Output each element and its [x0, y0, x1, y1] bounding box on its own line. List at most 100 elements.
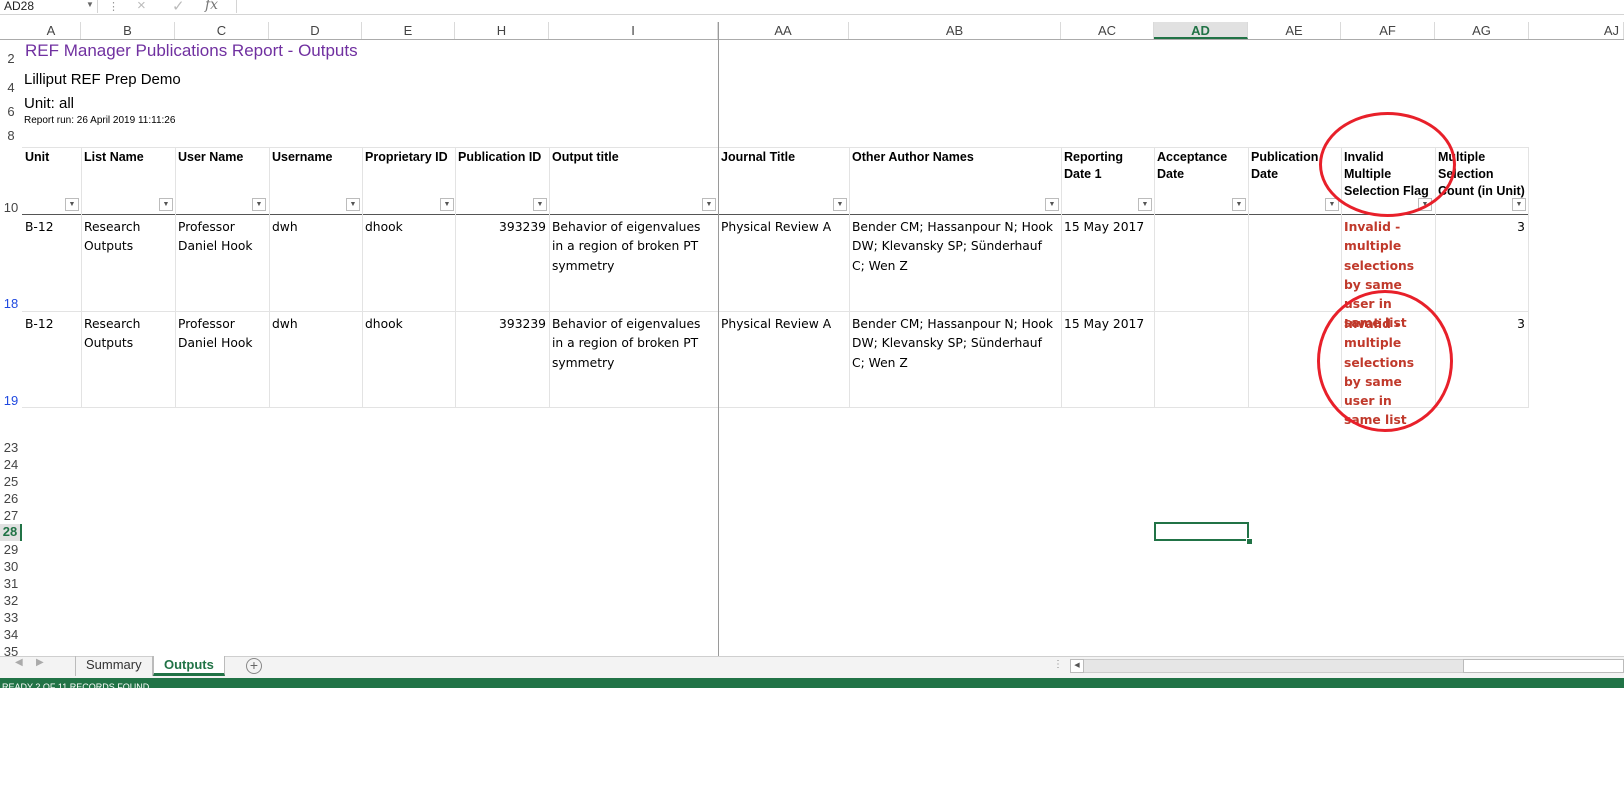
- cell-other-authors[interactable]: Bender CM; Hassanpour N; Hook DW; Klevan…: [849, 215, 1061, 279]
- row-header-4[interactable]: 4: [0, 80, 22, 95]
- header-list-name: List Name: [84, 150, 144, 164]
- sheet-tab-summary[interactable]: Summary: [75, 656, 153, 676]
- cell-reporting-date[interactable]: 15 May 2017: [1061, 312, 1154, 337]
- fill-handle[interactable]: [1246, 538, 1253, 545]
- column-header-ac[interactable]: AC: [1061, 22, 1154, 39]
- cell-multiple-count[interactable]: 3: [1435, 215, 1528, 240]
- cell-output-title[interactable]: Behavior of eigenvalues in a region of b…: [549, 312, 714, 376]
- cell-unit[interactable]: B-12: [22, 215, 81, 240]
- cell-publication-id[interactable]: 393239: [455, 215, 549, 240]
- row-header-28[interactable]: 28: [0, 524, 22, 541]
- row-header-26[interactable]: 26: [0, 491, 22, 506]
- row-header-33[interactable]: 33: [0, 610, 22, 625]
- name-box-dropdown-icon[interactable]: ▼: [86, 0, 94, 9]
- column-header-ag[interactable]: AG: [1435, 22, 1529, 39]
- filter-dropdown-icon[interactable]: ▼: [1512, 198, 1526, 211]
- column-header-aa[interactable]: AA: [718, 22, 849, 39]
- column-header-e[interactable]: E: [362, 22, 455, 39]
- column-header-ad[interactable]: AD: [1154, 22, 1248, 39]
- column-header-d[interactable]: D: [269, 22, 362, 39]
- filter-dropdown-icon[interactable]: ▼: [252, 198, 266, 211]
- column-divider: [455, 147, 456, 408]
- column-divider: [1061, 147, 1062, 408]
- cell-reporting-date[interactable]: 15 May 2017: [1061, 215, 1154, 240]
- filter-dropdown-icon[interactable]: ▼: [159, 198, 173, 211]
- scroll-tabs-right-icon[interactable]: ▶: [36, 657, 44, 668]
- column-header-ab[interactable]: AB: [849, 22, 1061, 39]
- cell-publication-id[interactable]: 393239: [455, 312, 549, 337]
- row-header-18[interactable]: 18: [0, 296, 22, 311]
- row-header-6[interactable]: 6: [0, 104, 22, 119]
- row-header-24[interactable]: 24: [0, 457, 22, 472]
- sheet-tab-outputs[interactable]: Outputs: [153, 656, 225, 676]
- scroll-left-icon[interactable]: ◀: [1070, 659, 1084, 673]
- scrollbar-thumb[interactable]: [1463, 659, 1624, 673]
- filter-dropdown-icon[interactable]: ▼: [440, 198, 454, 211]
- cell-list-name[interactable]: Research Outputs: [81, 312, 175, 357]
- scroll-tabs-left-icon[interactable]: ◀: [15, 657, 23, 668]
- enter-icon[interactable]: ✓: [172, 0, 185, 15]
- formula-bar-grip-icon: ⋮: [108, 1, 119, 13]
- header-other-authors: Other Author Names: [852, 150, 974, 164]
- filter-dropdown-icon[interactable]: ▼: [65, 198, 79, 211]
- selected-cell-ad28[interactable]: [1154, 522, 1249, 541]
- status-text: READY 2 OF 11 RECORDS FOUND: [2, 683, 150, 688]
- row-header-23[interactable]: 23: [0, 440, 22, 455]
- column-divider: [269, 147, 270, 408]
- filter-dropdown-icon[interactable]: ▼: [833, 198, 847, 211]
- formula-input[interactable]: [236, 0, 1624, 13]
- column-divider: [81, 147, 82, 408]
- header-unit: Unit: [25, 150, 50, 164]
- filter-dropdown-icon[interactable]: ▼: [1232, 198, 1246, 211]
- column-header-a[interactable]: A: [22, 22, 81, 39]
- header-output-title: Output title: [552, 150, 619, 164]
- cell-proprietary-id[interactable]: dhook: [362, 312, 455, 337]
- column-header-c[interactable]: C: [175, 22, 269, 39]
- filter-dropdown-icon[interactable]: ▼: [346, 198, 360, 211]
- row-header-32[interactable]: 32: [0, 593, 22, 608]
- add-sheet-icon[interactable]: +: [246, 658, 262, 674]
- column-header-ae[interactable]: AE: [1248, 22, 1341, 39]
- cell-unit[interactable]: B-12: [22, 312, 81, 337]
- row-header-19[interactable]: 19: [0, 393, 22, 408]
- row-header-30[interactable]: 30: [0, 559, 22, 574]
- cell-username[interactable]: dwh: [269, 215, 362, 240]
- row-header-27[interactable]: 27: [0, 508, 22, 523]
- column-header-aj[interactable]: AJ: [1529, 22, 1624, 39]
- header-username: Username: [272, 150, 333, 164]
- cell-output-title[interactable]: Behavior of eigenvalues in a region of b…: [549, 215, 714, 279]
- row-header-34[interactable]: 34: [0, 627, 22, 642]
- cancel-icon[interactable]: ×: [137, 0, 146, 14]
- row-header-31[interactable]: 31: [0, 576, 22, 591]
- column-divider: [362, 147, 363, 408]
- cell-user-name[interactable]: Professor Daniel Hook: [175, 312, 269, 357]
- column-header-af[interactable]: AF: [1341, 22, 1435, 39]
- header-journal-title: Journal Title: [721, 150, 796, 164]
- column-header-h[interactable]: H: [455, 22, 549, 39]
- column-header-b[interactable]: B: [81, 22, 175, 39]
- cell-username[interactable]: dwh: [269, 312, 362, 337]
- tab-split-handle-icon[interactable]: ⋮: [1053, 659, 1063, 670]
- cell-journal-title[interactable]: Physical Review A: [718, 312, 849, 337]
- insert-function-icon[interactable]: fx: [205, 0, 218, 13]
- column-divider: [1528, 147, 1529, 408]
- cell-other-authors[interactable]: Bender CM; Hassanpour N; Hook DW; Klevan…: [849, 312, 1061, 376]
- column-divider: [1248, 147, 1249, 408]
- filter-dropdown-icon[interactable]: ▼: [533, 198, 547, 211]
- filter-dropdown-icon[interactable]: ▼: [702, 198, 716, 211]
- filter-dropdown-icon[interactable]: ▼: [1045, 198, 1059, 211]
- column-header-i[interactable]: I: [549, 22, 718, 39]
- cell-journal-title[interactable]: Physical Review A: [718, 215, 849, 240]
- filter-dropdown-icon[interactable]: ▼: [1138, 198, 1152, 211]
- row-header-2[interactable]: 2: [0, 51, 22, 66]
- header-acceptance-date: Acceptance Date: [1157, 150, 1228, 181]
- row-header-29[interactable]: 29: [0, 542, 22, 557]
- row-header-8[interactable]: 8: [0, 128, 22, 143]
- cell-multiple-count[interactable]: 3: [1435, 312, 1528, 337]
- row-header-10[interactable]: 10: [0, 200, 22, 215]
- cell-proprietary-id[interactable]: dhook: [362, 215, 455, 240]
- row-header-25[interactable]: 25: [0, 474, 22, 489]
- cell-list-name[interactable]: Research Outputs: [81, 215, 175, 260]
- name-box[interactable]: AD28: [0, 0, 98, 13]
- cell-user-name[interactable]: Professor Daniel Hook: [175, 215, 269, 260]
